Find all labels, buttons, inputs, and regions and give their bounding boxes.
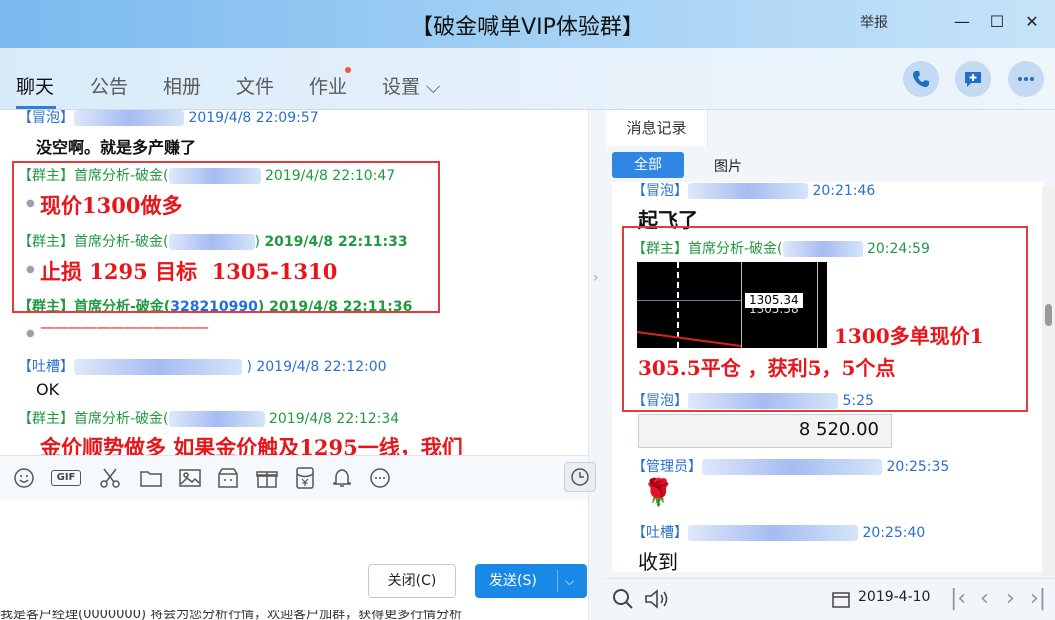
clock-icon bbox=[571, 468, 589, 486]
clipped-text: 我是客户经理(0000000) 将会为您分析行情，欢迎客户加群，获得更多行情分析 bbox=[0, 610, 463, 620]
gif-icon[interactable]: GIF bbox=[51, 466, 81, 490]
role-tag: 【管理员】 bbox=[632, 459, 702, 475]
send-separator bbox=[557, 570, 558, 592]
close-button[interactable]: 关闭(C) bbox=[368, 564, 456, 598]
highlight-box bbox=[12, 161, 440, 313]
calendar-icon[interactable] bbox=[832, 590, 850, 608]
bell-icon[interactable] bbox=[330, 466, 354, 490]
tab-message-history[interactable]: 消息记录 bbox=[606, 110, 708, 146]
ellipsis-icon bbox=[1018, 77, 1034, 81]
role-tag: 【吐槽】 bbox=[18, 359, 74, 375]
homework-badge bbox=[345, 67, 351, 73]
entry-time: 20:25:35 bbox=[886, 459, 950, 475]
next-page-icon[interactable]: › bbox=[1006, 586, 1015, 611]
tab-chat[interactable]: 聊天 bbox=[16, 72, 54, 99]
more-options-button[interactable] bbox=[1008, 61, 1044, 97]
prev-page-icon[interactable]: ‹ bbox=[980, 586, 989, 611]
entry-time: 20:21:46 bbox=[812, 183, 876, 199]
blurred-id bbox=[168, 411, 265, 427]
tab-settings[interactable]: 设置 ⌵ bbox=[382, 72, 440, 99]
history-entry-header: 【冒泡】 20:21:46 bbox=[632, 182, 875, 200]
chat-add-icon bbox=[965, 72, 981, 87]
close-window-button[interactable]: ✕ bbox=[1020, 10, 1044, 34]
message-header: 【冒泡】 2019/4/8 22:09:57 bbox=[18, 110, 319, 127]
filter-all-button[interactable]: 全部 bbox=[612, 152, 684, 178]
collapse-arrow-icon[interactable]: › bbox=[593, 270, 599, 286]
sender-name: 首席分析-破金( bbox=[74, 411, 169, 427]
send-button[interactable]: 发送(S) ⌵ bbox=[475, 564, 587, 598]
call-button[interactable] bbox=[903, 61, 939, 97]
blurred-name bbox=[74, 110, 184, 126]
chat-message-area[interactable]: 【冒泡】 2019/4/8 22:09:57 没空啊。就是多产赚了 【群主】首席… bbox=[0, 110, 588, 455]
shop-icon[interactable] bbox=[216, 466, 240, 490]
history-button[interactable] bbox=[564, 462, 596, 492]
report-link[interactable]: 举报 bbox=[860, 12, 888, 32]
gif-label: GIF bbox=[51, 470, 81, 486]
tab-bar bbox=[0, 48, 1055, 110]
message-text: 没空啊。就是多产赚了 bbox=[36, 138, 197, 157]
history-entry-text: 收到 bbox=[638, 550, 678, 572]
last-page-icon[interactable]: ›| bbox=[1030, 586, 1046, 611]
message-time: ) 2019/4/8 22:12:00 bbox=[246, 359, 387, 375]
first-page-icon[interactable]: |‹ bbox=[950, 586, 966, 611]
emoji-icon[interactable] bbox=[12, 466, 36, 490]
title-bar: 【破金喊单VIP体验群】 举报 — ☐ ✕ bbox=[0, 0, 1055, 48]
history-footer: 2019-4-10 |‹ ‹ › ›| bbox=[606, 578, 1055, 620]
send-label: 发送(S) bbox=[489, 573, 537, 589]
minimize-button[interactable]: — bbox=[950, 10, 974, 34]
message-text: ———————————— bbox=[40, 318, 209, 336]
filter-images-button[interactable]: 图片 bbox=[714, 156, 742, 176]
message-text: 金价顺势做多 如果金价触及1295一线，我们 bbox=[40, 435, 463, 455]
history-panel: 消息记录 全部 图片 【冒泡】 20:21:46 起飞了 【群主】首席分析-破金… bbox=[606, 110, 1055, 620]
message-time: 2019/4/8 22:12:34 bbox=[268, 411, 400, 427]
bullet-dot: ● bbox=[26, 328, 35, 339]
tab-files[interactable]: 文件 bbox=[236, 72, 274, 99]
folder-icon[interactable] bbox=[139, 466, 163, 490]
history-message-list[interactable]: 【冒泡】 20:21:46 起飞了 【群主】首席分析-破金( 20:24:59 … bbox=[612, 182, 1044, 572]
panel-splitter[interactable]: › bbox=[588, 110, 606, 620]
more-icon[interactable] bbox=[368, 466, 392, 490]
blurred-name bbox=[688, 183, 808, 199]
message-time: 2019/4/8 22:09:57 bbox=[188, 110, 319, 126]
role-tag: 【群主】 bbox=[18, 411, 74, 427]
active-tab-indicator bbox=[16, 106, 56, 109]
rose-emoji-icon: 🌹 bbox=[642, 478, 675, 508]
scissors-icon[interactable] bbox=[98, 466, 122, 490]
blurred-name bbox=[688, 525, 858, 541]
role-tag: 【冒泡】 bbox=[18, 110, 74, 126]
role-tag: 【吐槽】 bbox=[632, 525, 688, 541]
role-tag: 【冒泡】 bbox=[632, 183, 688, 199]
blurred-name bbox=[702, 459, 882, 475]
history-entry-header: 【吐槽】 20:25:40 bbox=[632, 522, 925, 542]
message-header: 【吐槽】 ) 2019/4/8 22:12:00 bbox=[18, 356, 387, 376]
tab-notice[interactable]: 公告 bbox=[90, 72, 128, 99]
tab-album[interactable]: 相册 bbox=[163, 72, 201, 99]
input-toolbar: GIF bbox=[0, 455, 588, 499]
clipped-bottom-text: 我是客户经理(0000000) 将会为您分析行情，欢迎客户加群，获得更多行情分析 bbox=[0, 610, 600, 620]
quote-image[interactable]: 8 520.00 bbox=[638, 414, 892, 448]
image-icon[interactable] bbox=[178, 466, 202, 490]
maximize-button[interactable]: ☐ bbox=[985, 10, 1009, 34]
highlight-box bbox=[622, 226, 1028, 412]
gift-icon[interactable] bbox=[255, 466, 279, 490]
blurred-name bbox=[74, 359, 242, 375]
search-icon[interactable] bbox=[612, 588, 634, 610]
window-title: 【破金喊单VIP体验群】 bbox=[411, 15, 644, 40]
tab-homework[interactable]: 作业 bbox=[309, 72, 347, 99]
add-message-button[interactable] bbox=[955, 61, 991, 97]
message-header: 【群主】首席分析-破金( 2019/4/8 22:12:34 bbox=[18, 408, 399, 428]
entry-time: 20:25:40 bbox=[862, 525, 926, 541]
phone-icon bbox=[913, 71, 929, 87]
send-options-chevron-icon[interactable]: ⌵ bbox=[565, 564, 574, 598]
scrollbar-thumb[interactable] bbox=[1045, 304, 1052, 326]
history-scrollbar[interactable] bbox=[1042, 186, 1055, 576]
speaker-icon[interactable] bbox=[644, 588, 670, 610]
history-date[interactable]: 2019-4-10 bbox=[858, 589, 930, 605]
red-packet-icon[interactable] bbox=[293, 466, 317, 490]
message-text: OK bbox=[36, 380, 60, 399]
history-entry-header: 【管理员】 20:25:35 bbox=[632, 456, 949, 476]
message-input[interactable] bbox=[0, 499, 588, 620]
